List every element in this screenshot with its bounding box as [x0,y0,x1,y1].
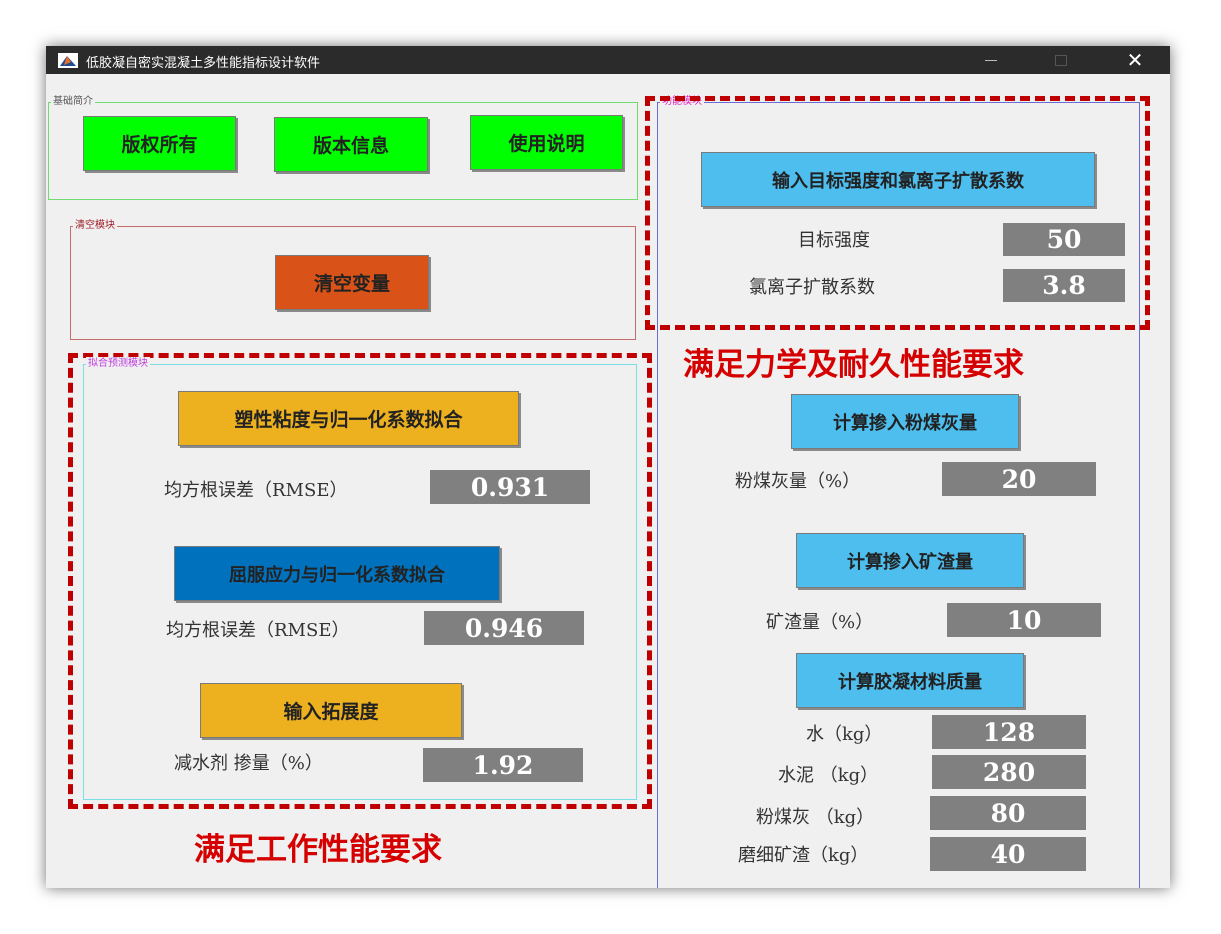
slag-mass-value: 40 [930,837,1086,871]
minimize-button[interactable] [968,46,1014,74]
rmse-label-1: 均方根误差（RMSE） [164,480,348,501]
clear-variables-button[interactable]: 清空变量 [275,255,429,310]
slag-calc-button[interactable]: 计算掺入矿渣量 [796,533,1024,588]
water-value: 128 [932,715,1086,749]
flyash-mass-label: 粉煤灰 （kg） [756,807,875,828]
target-strength-value: 50 [1003,223,1125,256]
chloride-coefficient-value: 3.8 [1003,269,1125,302]
flyash-label: 粉煤灰量（%） [735,471,861,492]
water-label: 水（kg） [806,724,883,745]
slag-mass-label: 磨细矿渣（kg） [738,845,869,866]
input-target-button[interactable]: 输入目标强度和氯离子扩散系数 [701,152,1095,207]
fitting-panel-title: 拟合预测模块 [86,357,150,371]
version-info-button[interactable]: 版本信息 [274,117,428,172]
flyash-calc-button[interactable]: 计算掺入粉煤灰量 [791,394,1019,449]
yield-stress-fit-button[interactable]: 屈服应力与归一化系数拟合 [174,546,500,601]
app-window: 低胶凝自密实混凝土多性能指标设计软件 ✕ 基础简介 版权所有 版本信息 使用说明… [46,46,1170,888]
plastic-viscosity-fit-button[interactable]: 塑性粘度与归一化系数拟合 [178,391,519,446]
water-reducer-value: 1.92 [423,748,583,782]
rmse-value-2: 0.946 [424,611,584,645]
binder-mass-button[interactable]: 计算胶凝材料质量 [796,653,1024,708]
mechanical-annotation: 满足力学及耐久性能要求 [683,347,1024,383]
cement-value: 280 [932,755,1086,789]
maximize-icon [1055,55,1067,66]
chloride-coefficient-label: 氯离子扩散系数 [749,277,875,298]
flyash-value: 20 [942,462,1096,496]
rmse-value-1: 0.931 [430,470,590,504]
close-button[interactable]: ✕ [1112,46,1158,74]
water-reducer-label: 减水剂 掺量（%） [174,753,323,774]
title-bar: 低胶凝自密实混凝土多性能指标设计软件 ✕ [46,46,1170,74]
input-spread-button[interactable]: 输入拓展度 [200,683,462,738]
workability-annotation: 满足工作性能要求 [194,832,442,868]
slag-label: 矿渣量（%） [766,612,874,633]
usage-guide-button[interactable]: 使用说明 [470,115,623,170]
slag-value: 10 [947,603,1101,637]
copyright-button[interactable]: 版权所有 [83,116,236,171]
flyash-mass-value: 80 [930,796,1086,830]
maximize-button[interactable] [1038,46,1084,74]
window-title: 低胶凝自密实混凝土多性能指标设计软件 [86,56,321,71]
rmse-label-2: 均方根误差（RMSE） [166,620,350,641]
cement-label: 水泥 （kg） [778,765,879,786]
target-strength-label: 目标强度 [798,230,870,251]
matlab-icon [58,53,78,68]
intro-panel-title: 基础简介 [51,95,95,109]
minimize-icon [985,60,997,61]
clear-panel-title: 清空模块 [73,219,117,233]
